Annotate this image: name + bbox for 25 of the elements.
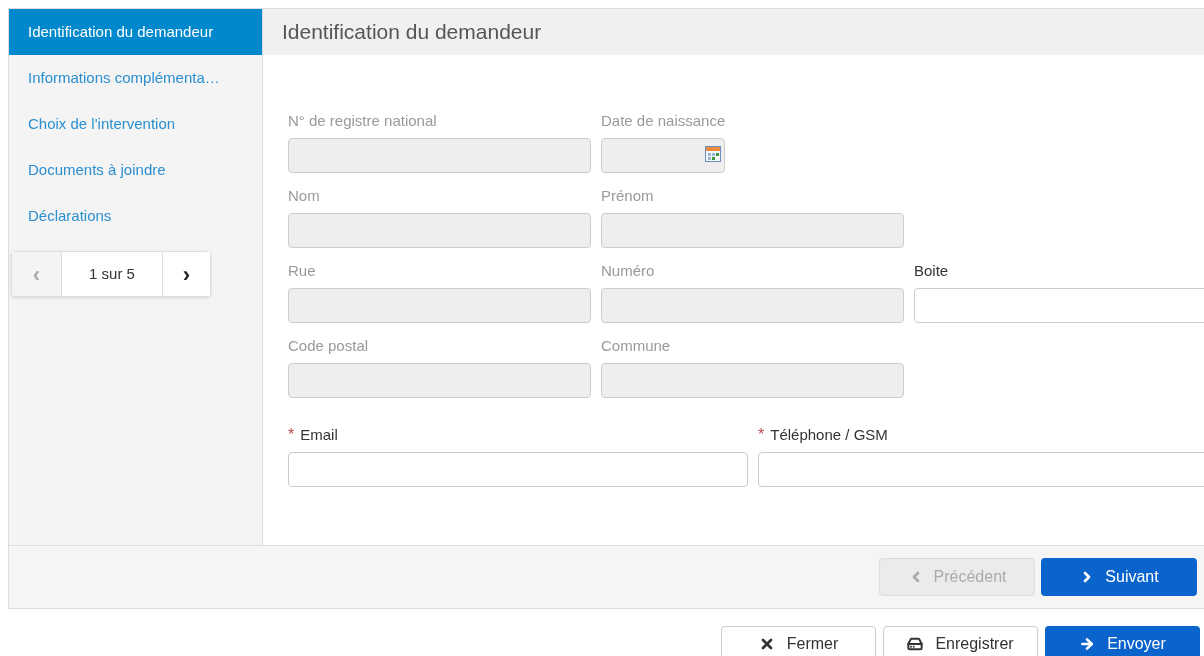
- field-label: Date de naissance: [601, 110, 726, 131]
- required-marker: *: [288, 425, 295, 445]
- field-label: Numéro: [601, 260, 655, 281]
- section-header: Identification du demandeur: [263, 9, 1204, 55]
- field-label: Boite: [914, 260, 949, 281]
- field-label: Email: [300, 424, 338, 445]
- field-label: Téléphone / GSM: [770, 424, 888, 445]
- step-tab[interactable]: Déclarations: [9, 193, 262, 239]
- send-button[interactable]: Envoyer: [1045, 626, 1200, 656]
- step-tab[interactable]: Informations complémenta…: [9, 55, 262, 101]
- field-label: Commune: [601, 335, 671, 356]
- field-label: Prénom: [601, 185, 654, 206]
- step-tab[interactable]: Choix de l'intervention: [9, 101, 262, 147]
- next-button[interactable]: Suivant: [1041, 558, 1197, 596]
- next-page-button[interactable]: ›: [162, 252, 210, 296]
- field-label: Rue: [288, 260, 316, 281]
- save-button[interactable]: Enregistrer: [883, 626, 1038, 656]
- required-marker: *: [758, 425, 765, 445]
- step-tab[interactable]: Identification du demandeur: [9, 9, 262, 55]
- field-label: Code postal: [288, 335, 369, 356]
- close-button[interactable]: Fermer: [721, 626, 876, 656]
- page-indicator: 1 sur 5: [62, 252, 162, 296]
- step-tab[interactable]: Documents à joindre: [9, 147, 262, 193]
- field-label: N° de registre national: [288, 110, 437, 131]
- field-label: Nom: [288, 185, 320, 206]
